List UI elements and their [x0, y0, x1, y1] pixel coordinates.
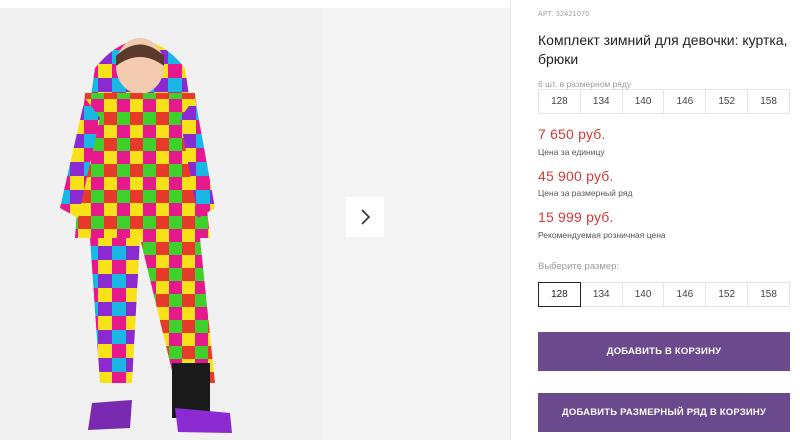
size-option-134[interactable]: 134 [579, 282, 623, 307]
pack-size-cell: 146 [663, 89, 707, 114]
size-select-label: Выберите размер: [538, 261, 620, 272]
chevron-right-icon [361, 209, 371, 225]
product-photo[interactable] [0, 8, 322, 440]
article-number: АРТ. 32421070 [538, 11, 590, 18]
pack-label: 6 шт. в размерном ряду [538, 79, 632, 89]
pack-size-cell: 134 [579, 89, 623, 114]
size-option-146[interactable]: 146 [663, 282, 707, 307]
product-photo-image [0, 8, 322, 440]
divider [510, 0, 511, 440]
pack-price-note: Цена за размерный ряд [538, 188, 633, 198]
retail-price: 15 999 руб. [538, 209, 614, 225]
add-pack-to-cart-button[interactable]: ДОБАВИТЬ РАЗМЕРНЫЙ РЯД В КОРЗИНУ [538, 393, 790, 432]
size-option-140[interactable]: 140 [621, 282, 665, 307]
next-photo-button[interactable] [346, 197, 384, 237]
unit-price: 7 650 руб. [538, 126, 606, 142]
pack-size-cell: 152 [705, 89, 749, 114]
size-selector: 128 134 140 146 152 158 [538, 282, 790, 307]
pack-size-cell: 158 [747, 89, 790, 114]
pack-price: 45 900 руб. [538, 168, 614, 184]
size-option-152[interactable]: 152 [705, 282, 749, 307]
product-title: Комплект зимний для девочки: куртка, брю… [538, 32, 788, 67]
add-to-cart-button[interactable]: ДОБАВИТЬ В КОРЗИНУ [538, 332, 790, 371]
retail-price-note: Рекомендуемая розничная цена [538, 230, 666, 240]
product-gallery [0, 0, 510, 440]
pack-size-cell: 140 [621, 89, 665, 114]
size-option-158[interactable]: 158 [747, 282, 790, 307]
pack-size-row: 128 134 140 146 152 158 [538, 89, 790, 114]
size-option-128[interactable]: 128 [538, 282, 581, 307]
unit-price-note: Цена за единицу [538, 147, 605, 157]
pack-size-cell: 128 [538, 89, 581, 114]
